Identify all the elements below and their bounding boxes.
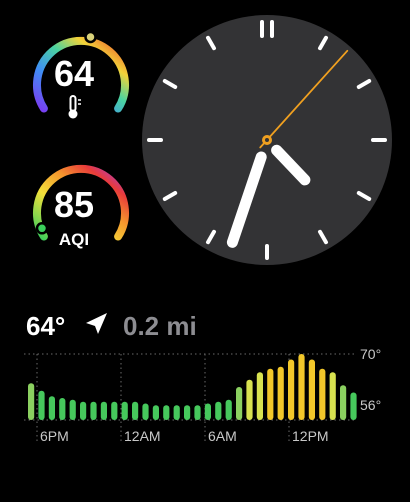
forecast-bar	[80, 401, 87, 420]
temperature-complication[interactable]: 64	[33, 30, 129, 119]
distance-label: 0.2 mi	[123, 311, 197, 341]
forecast-chart[interactable]: 6PM 12AM 6AM 12PM 70° 56°	[24, 346, 381, 444]
forecast-bar	[59, 398, 66, 420]
forecast-bar	[111, 401, 118, 420]
forecast-bar	[69, 399, 76, 420]
y-label-high: 70°	[360, 346, 381, 362]
forecast-bar	[246, 379, 253, 420]
aqi-gauge-indicator	[35, 222, 49, 235]
forecast-bar	[152, 405, 159, 420]
forecast-bar	[173, 405, 180, 420]
forecast-bar	[100, 401, 107, 420]
forecast-bar	[225, 399, 232, 420]
temperature-gauge-indicator	[84, 30, 97, 44]
forecast-bar	[184, 405, 191, 420]
x-label-12am: 12AM	[124, 428, 161, 444]
x-label-12pm: 12PM	[292, 428, 329, 444]
forecast-bar	[48, 396, 55, 420]
forecast-bar	[267, 368, 274, 420]
forecast-bar	[38, 390, 45, 420]
forecast-bar	[277, 366, 284, 420]
forecast-bar	[142, 403, 149, 420]
temperature-value: 64	[54, 53, 94, 94]
forecast-bar	[298, 354, 305, 420]
forecast-bar	[204, 403, 211, 420]
forecast-bars	[28, 354, 357, 420]
forecast-bar	[308, 359, 315, 420]
forecast-bar	[163, 405, 170, 420]
forecast-bar	[121, 401, 128, 420]
analog-clock[interactable]	[142, 15, 392, 265]
forecast-bar	[319, 368, 326, 420]
x-label-6am: 6AM	[208, 428, 237, 444]
forecast-bar	[132, 401, 139, 420]
forecast-bar	[194, 405, 201, 420]
forecast-bar	[340, 385, 347, 420]
forecast-bar	[288, 359, 295, 420]
aqi-value: 85	[54, 184, 94, 225]
watch-face: 64 85 AQI 64° 0.2 mi 6PM 12AM 6AM 12PM 7…	[24, 15, 392, 444]
location-arrow-icon	[86, 313, 107, 334]
aqi-complication[interactable]: 85 AQI	[33, 164, 129, 249]
forecast-bar	[215, 401, 222, 420]
forecast-bar	[28, 383, 35, 420]
forecast-bar	[236, 387, 243, 420]
current-temperature: 64°	[26, 311, 65, 341]
forecast-bar	[329, 372, 336, 420]
x-label-6pm: 6PM	[40, 428, 69, 444]
y-label-low: 56°	[360, 397, 381, 413]
weather-summary[interactable]: 64° 0.2 mi	[26, 311, 197, 341]
forecast-bar	[256, 372, 263, 420]
forecast-bar	[350, 392, 357, 420]
aqi-label: AQI	[59, 230, 89, 249]
thermometer-icon	[68, 95, 81, 119]
forecast-bar	[90, 401, 97, 420]
